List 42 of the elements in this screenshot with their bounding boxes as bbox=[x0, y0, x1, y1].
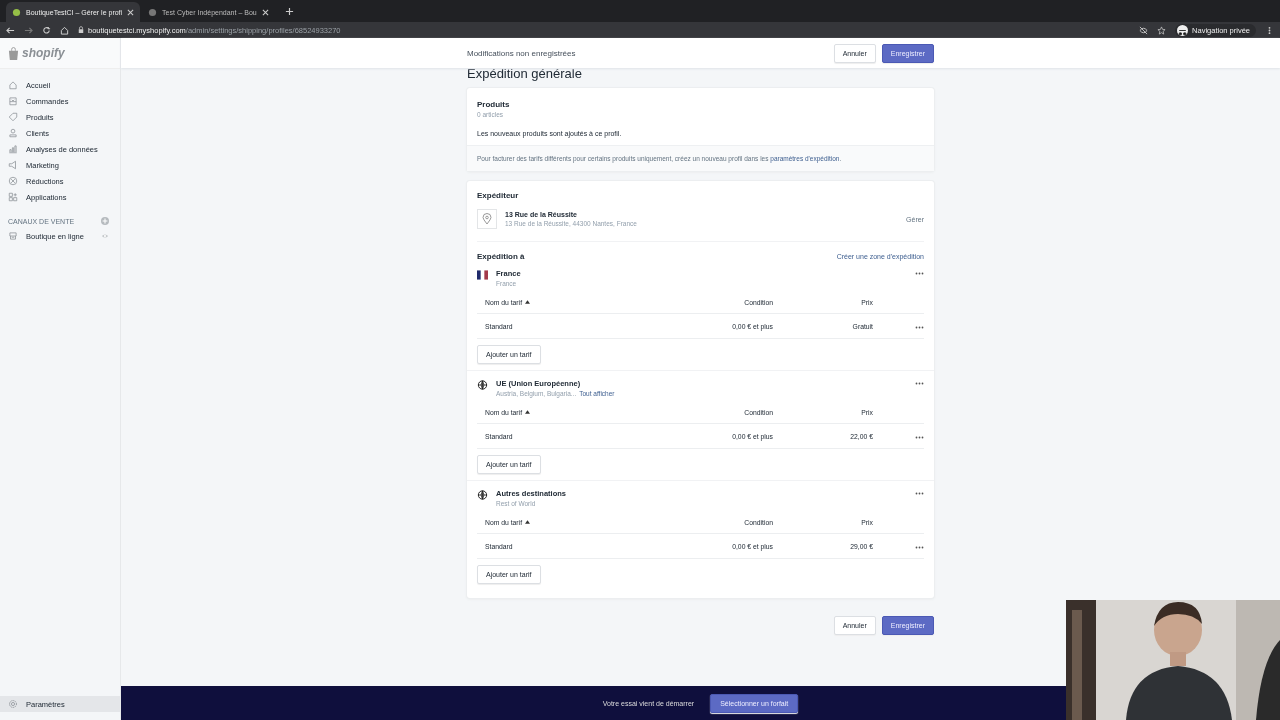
nav-icon bbox=[8, 96, 18, 106]
nav-icon bbox=[8, 192, 18, 202]
more-icon[interactable] bbox=[915, 436, 924, 439]
globe-icon bbox=[477, 380, 488, 390]
more-icon[interactable] bbox=[915, 326, 924, 329]
sort-up-icon[interactable] bbox=[525, 300, 531, 304]
location-pin-icon bbox=[477, 209, 497, 229]
reload-icon[interactable] bbox=[42, 25, 51, 35]
unsaved-message: Modifications non enregistrées bbox=[467, 48, 577, 58]
nav-icon bbox=[8, 128, 18, 138]
nav-icon bbox=[8, 176, 18, 186]
shopping-bag-icon bbox=[8, 46, 19, 60]
settings-icon bbox=[8, 699, 18, 709]
home-icon[interactable] bbox=[60, 25, 69, 35]
card-title: Expéditeur bbox=[477, 191, 520, 200]
close-icon[interactable] bbox=[261, 8, 269, 16]
more-icon[interactable] bbox=[915, 492, 924, 495]
more-icon[interactable] bbox=[915, 546, 924, 549]
sort-up-icon[interactable] bbox=[525, 410, 531, 414]
new-tab-icon[interactable] bbox=[284, 7, 294, 16]
sort-up-icon[interactable] bbox=[525, 520, 531, 524]
nav-icon bbox=[8, 112, 18, 122]
back-icon[interactable] bbox=[6, 25, 15, 35]
section-title: Expédition à bbox=[477, 252, 525, 261]
close-icon[interactable] bbox=[127, 8, 135, 16]
favicon-icon bbox=[12, 7, 21, 17]
more-icon[interactable] bbox=[915, 272, 924, 275]
page-title: Expédition générale bbox=[467, 68, 583, 83]
globe-icon bbox=[477, 490, 488, 500]
nav-icon bbox=[8, 160, 18, 170]
nav-icon bbox=[8, 144, 18, 154]
eye-slash-icon[interactable] bbox=[1139, 25, 1149, 35]
forward-icon[interactable] bbox=[24, 25, 33, 35]
logo-text: shopify bbox=[22, 46, 65, 60]
favicon-icon bbox=[148, 7, 158, 17]
card-title: Produits bbox=[477, 100, 511, 109]
more-icon[interactable] bbox=[915, 382, 924, 385]
nav-icon bbox=[8, 80, 18, 90]
flag-icon bbox=[477, 270, 488, 280]
lock-icon bbox=[78, 26, 84, 34]
store-icon bbox=[8, 231, 18, 241]
star-icon[interactable] bbox=[1157, 25, 1167, 35]
